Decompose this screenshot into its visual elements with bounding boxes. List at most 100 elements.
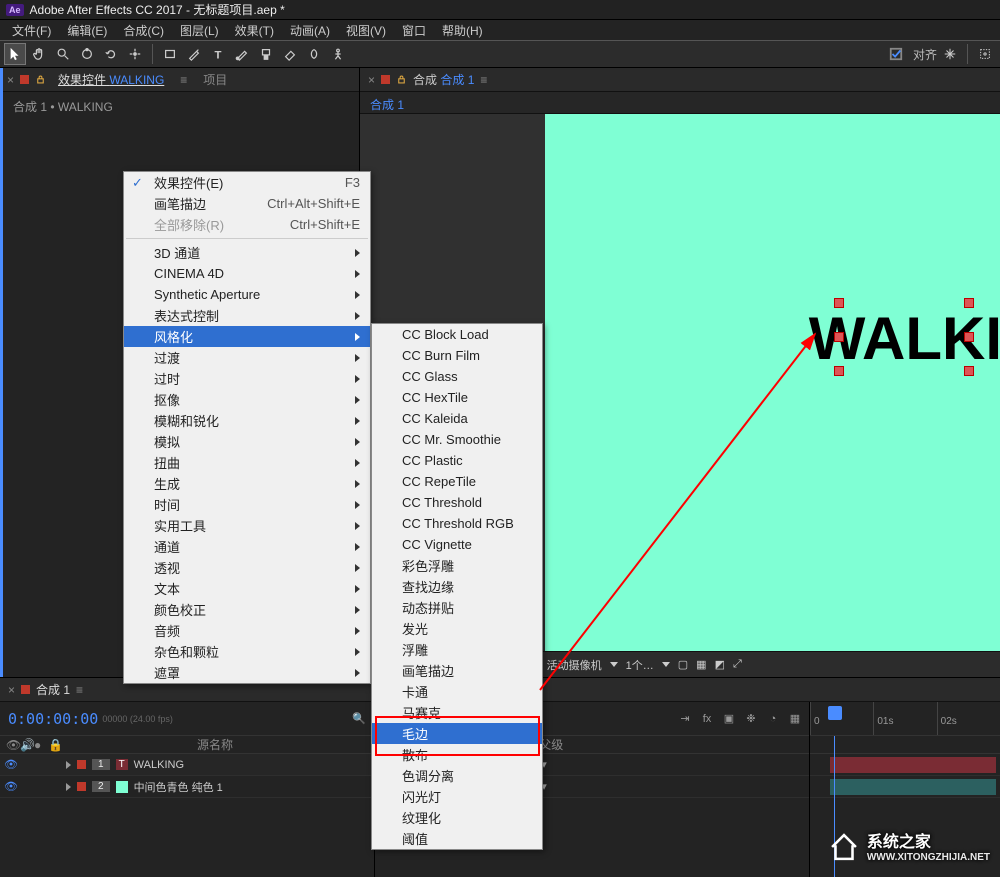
bounding-box-icon[interactable] bbox=[974, 43, 996, 65]
ctx-item[interactable]: 画笔描边 bbox=[372, 660, 542, 681]
ctx-item[interactable]: 透视 bbox=[124, 557, 370, 578]
ctx-item[interactable]: 3D 通道 bbox=[124, 242, 370, 263]
ctx-item[interactable]: 时间 bbox=[124, 494, 370, 515]
ctx-item[interactable]: CC RepeTile bbox=[372, 471, 542, 492]
ctx-item[interactable]: CC Threshold RGB bbox=[372, 513, 542, 534]
snap-extra-icon[interactable] bbox=[939, 43, 961, 65]
puppet-tool[interactable] bbox=[327, 43, 349, 65]
orbit-tool[interactable] bbox=[76, 43, 98, 65]
timecode-display[interactable]: 0:00:00:00 bbox=[8, 710, 98, 728]
lock-icon[interactable] bbox=[35, 74, 46, 85]
selection-handle[interactable] bbox=[964, 366, 974, 376]
collapse-icon[interactable]: ▣ bbox=[721, 711, 737, 727]
eraser-tool[interactable] bbox=[279, 43, 301, 65]
selection-handle[interactable] bbox=[834, 366, 844, 376]
ctx-item[interactable]: 过渡 bbox=[124, 347, 370, 368]
ctx-item[interactable]: 杂色和颗粒 bbox=[124, 641, 370, 662]
expand-arrow-icon[interactable] bbox=[66, 761, 71, 769]
panel-menu-icon[interactable]: × bbox=[368, 73, 375, 87]
ctx-item[interactable]: CC HexTile bbox=[372, 387, 542, 408]
ctx-item[interactable]: CC Glass bbox=[372, 366, 542, 387]
ctx-item[interactable]: CC Vignette bbox=[372, 534, 542, 555]
ctx-item[interactable]: 卡通 bbox=[372, 681, 542, 702]
anchor-tool[interactable] bbox=[124, 43, 146, 65]
ctx-item[interactable]: 彩色浮雕 bbox=[372, 555, 542, 576]
menu-item[interactable]: 合成(C) bbox=[115, 20, 172, 41]
expand-arrow-icon[interactable] bbox=[66, 783, 71, 791]
clip-solid[interactable] bbox=[830, 779, 996, 795]
ctx-item[interactable]: 浮雕 bbox=[372, 639, 542, 660]
text-tool[interactable]: T bbox=[207, 43, 229, 65]
ctx-item[interactable]: 风格化 bbox=[124, 326, 370, 347]
brush-tool[interactable] bbox=[231, 43, 253, 65]
ctx-item[interactable]: 生成 bbox=[124, 473, 370, 494]
ctx-item[interactable]: 全部移除(R)Ctrl+Shift+E bbox=[124, 214, 370, 235]
ctx-item[interactable]: 模糊和锐化 bbox=[124, 410, 370, 431]
selection-handle[interactable] bbox=[964, 298, 974, 308]
menu-item[interactable]: 编辑(E) bbox=[59, 20, 115, 41]
viewer-icon[interactable]: ▢ bbox=[678, 658, 688, 671]
ctx-item[interactable]: 发光 bbox=[372, 618, 542, 639]
clone-tool[interactable] bbox=[255, 43, 277, 65]
graph-icon[interactable]: ◔ bbox=[765, 711, 781, 727]
viewer-icon[interactable]: ▦ bbox=[696, 658, 706, 671]
ctx-item[interactable]: CC Threshold bbox=[372, 492, 542, 513]
viewer-tab[interactable]: 合成 合成 1 bbox=[413, 71, 474, 88]
ctx-item[interactable]: 实用工具 bbox=[124, 515, 370, 536]
tab-project[interactable]: 项目 bbox=[197, 69, 233, 90]
ctx-item[interactable]: CC Plastic bbox=[372, 450, 542, 471]
menu-item[interactable]: 窗口 bbox=[394, 20, 434, 41]
roto-tool[interactable] bbox=[303, 43, 325, 65]
ctx-item[interactable]: 颜色校正 bbox=[124, 599, 370, 620]
ctx-item[interactable]: 毛边 bbox=[372, 723, 542, 744]
ctx-item[interactable]: ✓效果控件(E)F3 bbox=[124, 172, 370, 193]
ctx-item[interactable]: 纹理化 bbox=[372, 807, 542, 828]
menu-item[interactable]: 效果(T) bbox=[227, 20, 282, 41]
tab-effect-controls[interactable]: 效果控件 WALKING bbox=[52, 69, 170, 90]
ctx-item[interactable]: 音频 bbox=[124, 620, 370, 641]
pen-tool[interactable] bbox=[183, 43, 205, 65]
selection-tool[interactable] bbox=[4, 43, 26, 65]
preview-canvas[interactable]: WALKI bbox=[545, 114, 1000, 651]
ctx-item[interactable]: 动态拼贴 bbox=[372, 597, 542, 618]
shy-icon[interactable]: ⇥ bbox=[677, 711, 693, 727]
panel-menu-icon[interactable]: × bbox=[7, 73, 14, 87]
rectangle-tool[interactable] bbox=[159, 43, 181, 65]
ctx-item[interactable]: 通道 bbox=[124, 536, 370, 557]
visibility-eye-icon[interactable]: 👁 bbox=[4, 780, 18, 793]
ctx-item[interactable]: 马赛克 bbox=[372, 702, 542, 723]
menu-item[interactable]: 视图(V) bbox=[338, 20, 394, 41]
panel-menu-eq-icon[interactable]: ≡ bbox=[76, 683, 83, 697]
playhead-icon[interactable] bbox=[828, 706, 842, 720]
ctx-item[interactable]: CC Block Load bbox=[372, 324, 542, 345]
snapping-checkbox[interactable] bbox=[885, 43, 907, 65]
ctx-item[interactable]: 遮罩 bbox=[124, 662, 370, 683]
panel-menu-eq-icon[interactable]: ≡ bbox=[180, 73, 187, 87]
ctx-item[interactable]: 过时 bbox=[124, 368, 370, 389]
ctx-item[interactable]: 散布 bbox=[372, 744, 542, 765]
viewer-icon[interactable]: ⤢ bbox=[733, 658, 742, 671]
ctx-item[interactable]: 画笔描边Ctrl+Alt+Shift+E bbox=[124, 193, 370, 214]
track-row[interactable] bbox=[810, 776, 1000, 798]
visibility-eye-icon[interactable]: 👁 bbox=[4, 758, 18, 771]
ctx-item[interactable]: 文本 bbox=[124, 578, 370, 599]
fx-icon[interactable]: fx bbox=[699, 711, 715, 727]
layer-row[interactable]: 👁2中间色青色 纯色 1 bbox=[0, 776, 374, 798]
layer-color-swatch[interactable] bbox=[77, 760, 86, 769]
layer-color-swatch[interactable] bbox=[77, 782, 86, 791]
layer-row[interactable]: 👁1TWALKING bbox=[0, 754, 374, 776]
zoom-tool[interactable] bbox=[52, 43, 74, 65]
ctx-item[interactable]: 模拟 bbox=[124, 431, 370, 452]
rotate-tool[interactable] bbox=[100, 43, 122, 65]
menu-item[interactable]: 图层(L) bbox=[172, 20, 227, 41]
ctx-item[interactable]: 表达式控制 bbox=[124, 305, 370, 326]
panel-menu-icon[interactable]: × bbox=[8, 683, 15, 697]
hand-tool[interactable] bbox=[28, 43, 50, 65]
search-icon[interactable]: 🔍 bbox=[352, 712, 366, 725]
timeline-tab[interactable]: 合成 1 bbox=[36, 681, 70, 698]
menu-item[interactable]: 帮助(H) bbox=[434, 20, 491, 41]
ctx-item[interactable]: 色调分离 bbox=[372, 765, 542, 786]
motion-blur-icon[interactable]: ❉ bbox=[743, 711, 759, 727]
ctx-item[interactable]: 扭曲 bbox=[124, 452, 370, 473]
selection-handle[interactable] bbox=[834, 332, 844, 342]
